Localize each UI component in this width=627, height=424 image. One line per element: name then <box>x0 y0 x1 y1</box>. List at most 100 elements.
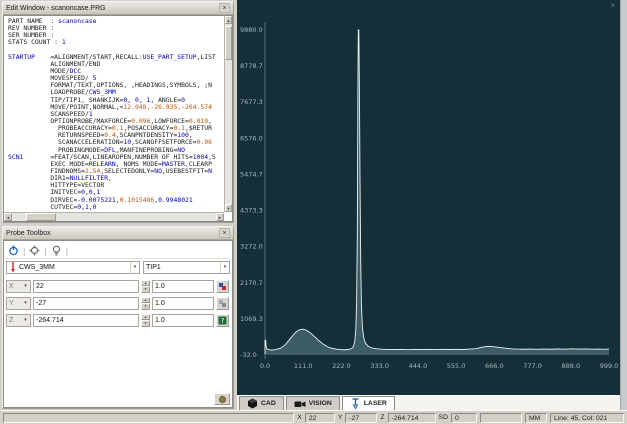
y-tick-label: 4373.3 <box>240 207 263 215</box>
lightbulb-icon <box>52 245 60 256</box>
edit-horizontal-scrollbar[interactable]: ◄ ► <box>4 212 224 221</box>
status-y-label: Y <box>337 414 343 421</box>
z-axis-select[interactable]: Z ▾ <box>6 313 31 327</box>
status-sd-value: 0 <box>451 412 477 423</box>
horizontal-scroll-thumb[interactable] <box>26 213 56 221</box>
y-tick-label: 2170.7 <box>240 279 263 287</box>
status-units: MM <box>525 412 547 423</box>
spin-down-icon[interactable]: ▾ <box>141 303 150 310</box>
x-row-action-button[interactable] <box>216 279 229 293</box>
laser-scan-graph: -32.0 1069.3 2170.7 3272.0 4373.3 5474.7 6576.… <box>237 0 620 395</box>
toolbar-separator: | <box>65 245 69 256</box>
x-value-stepper[interactable]: ▴ ▾ <box>141 279 150 293</box>
probe-settings-button[interactable] <box>27 244 42 258</box>
code-line: CUTVEC=0,1,0 <box>8 202 97 211</box>
z-scale-input[interactable]: 1.0 <box>152 313 214 327</box>
z-value-input[interactable]: -264.714 <box>33 313 139 327</box>
y-axis-row: Y ▾ -27 ▴ ▾ 1.0 <box>6 296 230 310</box>
probe-status-button[interactable] <box>214 393 230 405</box>
tip-select-value: TIP1 <box>146 264 161 271</box>
y-tick-label: 8778.7 <box>240 62 263 70</box>
vision-camera-icon <box>294 401 306 407</box>
y-tick-label: 5474.7 <box>240 170 263 178</box>
x-tick-label: 444.0 <box>409 362 428 370</box>
x-tick-label: 111.0 <box>294 362 313 370</box>
z-row-action-button[interactable]: ? <box>216 313 229 327</box>
y-scale-input[interactable]: 1.0 <box>152 296 214 310</box>
cad-cube-icon <box>248 398 257 409</box>
tab-laser[interactable]: LASER <box>341 396 395 410</box>
x-tick-label: 666.0 <box>485 362 504 370</box>
status-x-value: 22 <box>304 412 335 423</box>
tab-vision[interactable]: VISION <box>285 396 340 410</box>
tab-cad[interactable]: CAD <box>239 396 284 410</box>
y-row-action-button[interactable] <box>216 296 229 310</box>
chevron-down-icon: ▾ <box>220 262 229 273</box>
gear-icon <box>29 245 40 256</box>
probe-toolbox-toolbar: | | | <box>6 243 230 259</box>
toolbar-separator: | <box>23 245 26 256</box>
probe-toolbox-body: | | | CWS_3MM ▾ TIP1 ▾ X ▾ 22 ▴ ▾ 1.0 Y … <box>3 240 233 408</box>
scan-profile-line <box>264 29 610 354</box>
z-axis-row: Z ▾ -264.714 ▴ ▾ 1.0 ? <box>6 313 230 327</box>
status-sd-label: SD <box>438 414 448 421</box>
axis-label: X <box>9 282 14 290</box>
tab-cad-label: CAD <box>261 400 276 407</box>
probe-toolbox-titlebar: Probe Toolbox × <box>3 227 233 240</box>
chevron-down-icon: ▾ <box>24 282 27 289</box>
code-content[interactable]: PART NAME : scanoncase REV NUMBER : SER N… <box>8 18 223 211</box>
y-row-action-icon <box>219 299 226 307</box>
probe-tip-icon <box>11 262 15 273</box>
status-blank-field <box>480 412 522 423</box>
chevron-down-icon: ▾ <box>24 316 27 323</box>
status-bar: X 22 Y -27 Z -264.714 SD 0 MM Line: 45, … <box>0 410 627 424</box>
chevron-down-icon: ▾ <box>24 299 27 306</box>
tip-select[interactable]: TIP1 ▾ <box>143 261 230 274</box>
chart-close-icon[interactable]: × <box>610 2 615 10</box>
scan-area-fill <box>265 30 609 355</box>
edit-vertical-scrollbar[interactable]: ▲ ▼ <box>224 16 232 212</box>
status-x-label: X <box>297 414 302 421</box>
probe-power-button[interactable] <box>6 244 21 258</box>
probe-toolbox-title: Probe Toolbox <box>6 229 51 237</box>
code-line: STATS COUNT : 1 <box>8 38 66 47</box>
status-z-label: Z <box>380 414 385 421</box>
x-tick-label: 888.0 <box>561 362 580 370</box>
x-tick-label: 555.0 <box>447 362 466 370</box>
spin-down-icon[interactable]: ▾ <box>141 320 150 327</box>
y-value-stepper[interactable]: ▴ ▾ <box>141 296 150 310</box>
pcdmis-application-window: Edit Window - scanoncase.PRG × PART NAME… <box>0 0 627 424</box>
edit-window-close-icon[interactable]: × <box>219 3 230 13</box>
x-tick-label: 0.0 <box>260 362 270 370</box>
svg-text:?: ? <box>221 317 225 325</box>
edit-window-titlebar: Edit Window - scanoncase.PRG × <box>3 2 233 15</box>
y-tick-label: 7677.3 <box>240 98 263 106</box>
probe-select-value: CWS_3MM <box>19 264 55 271</box>
z-value-stepper[interactable]: ▴ ▾ <box>141 313 150 327</box>
x-tick-label: 999.0 <box>600 362 619 370</box>
x-value-input[interactable]: 22 <box>33 279 139 293</box>
green-status-icon <box>218 395 226 403</box>
axis-label: Z <box>9 316 14 324</box>
tab-vision-label: VISION <box>308 400 332 407</box>
probe-toolbox-close-icon[interactable]: × <box>219 228 230 238</box>
laser-probe-icon <box>352 398 359 409</box>
x-tick-label: 333.0 <box>370 362 389 370</box>
scroll-down-icon[interactable]: ▼ <box>225 204 232 212</box>
scroll-left-icon[interactable]: ◄ <box>4 213 12 221</box>
probe-illumination-button[interactable] <box>49 244 64 258</box>
y-axis-select[interactable]: Y ▾ <box>6 296 31 310</box>
status-message-field <box>3 412 295 423</box>
x-tick-label: 777.0 <box>523 362 542 370</box>
spin-down-icon[interactable]: ▾ <box>141 286 150 293</box>
x-axis-select[interactable]: X ▾ <box>6 279 31 293</box>
axis-label: Y <box>9 299 14 307</box>
vertical-scroll-thumb[interactable] <box>225 26 232 60</box>
edit-window-body: PART NAME : scanoncase REV NUMBER : SER N… <box>3 15 233 222</box>
scroll-up-icon[interactable]: ▲ <box>225 16 232 24</box>
x-scale-input[interactable]: 1.0 <box>152 279 214 293</box>
scroll-right-icon[interactable]: ► <box>216 213 224 221</box>
probe-select[interactable]: CWS_3MM ▾ <box>6 261 140 274</box>
y-tick-label: -32.0 <box>240 351 257 359</box>
y-value-input[interactable]: -27 <box>33 296 139 310</box>
